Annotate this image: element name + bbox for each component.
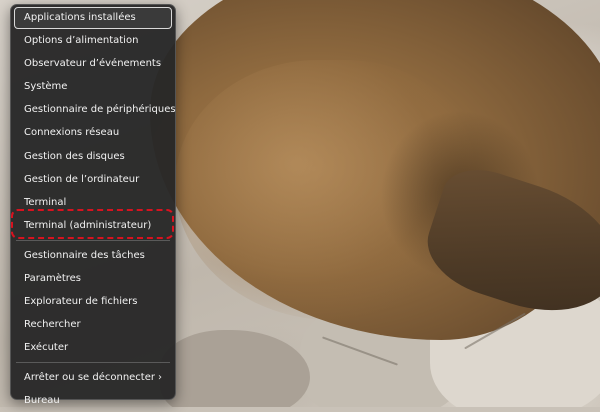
menu-item-label: Observateur d’événements — [24, 58, 162, 70]
menu-item-label: Options d’alimentation — [24, 35, 139, 47]
menu-item-power-options[interactable]: Options d’alimentation — [14, 30, 172, 52]
menu-item-label: Exécuter — [24, 342, 69, 354]
menu-item-label: Terminal (administrateur) — [24, 219, 152, 231]
menu-item-label: Applications installées — [24, 12, 136, 23]
menu-item-system[interactable]: Système — [14, 76, 172, 98]
menu-item-label: Explorateur de fichiers — [24, 296, 138, 308]
menu-item-label: Gestionnaire des tâches — [24, 249, 145, 261]
menu-item-terminal[interactable]: Terminal — [14, 192, 172, 214]
menu-separator — [16, 362, 170, 364]
menu-item-label: Paramètres — [24, 272, 82, 284]
menu-item-file-explorer[interactable]: Explorateur de fichiers — [14, 291, 172, 313]
menu-item-label: Connexions réseau — [24, 127, 120, 139]
menu-item-installed-apps[interactable]: Applications installées — [14, 7, 172, 29]
menu-item-label: Système — [24, 81, 68, 93]
menu-separator — [16, 239, 170, 241]
menu-item-label: Bureau — [24, 395, 60, 407]
menu-item-label: Terminal — [24, 196, 67, 208]
menu-item-label: Gestionnaire de périphériques — [24, 104, 176, 116]
menu-item-computer-management[interactable]: Gestion de l’ordinateur — [14, 169, 172, 191]
rock — [160, 330, 310, 407]
menu-item-shutdown-signout[interactable]: Arrêter ou se déconnecter › — [14, 367, 172, 389]
menu-item-disk-management[interactable]: Gestion des disques — [14, 146, 172, 168]
chevron-right-icon: › — [158, 372, 162, 384]
menu-item-device-manager[interactable]: Gestionnaire de périphériques — [14, 99, 176, 121]
winx-context-menu: Applications installées Options d’alimen… — [10, 4, 176, 406]
menu-item-search[interactable]: Rechercher — [14, 314, 172, 336]
menu-item-label: Rechercher — [24, 319, 81, 331]
menu-item-terminal-admin[interactable]: Terminal (administrateur) — [14, 215, 172, 237]
menu-item-task-manager[interactable]: Gestionnaire des tâches — [14, 245, 172, 267]
menu-item-label: Arrêter ou se déconnecter — [24, 372, 155, 384]
menu-item-network-connections[interactable]: Connexions réseau — [14, 122, 172, 144]
menu-item-run[interactable]: Exécuter — [14, 337, 172, 359]
menu-item-desktop[interactable]: Bureau — [14, 390, 172, 412]
menu-item-event-viewer[interactable]: Observateur d’événements — [14, 53, 172, 75]
menu-item-label: Gestion de l’ordinateur — [24, 173, 140, 185]
menu-item-label: Gestion des disques — [24, 150, 125, 162]
menu-item-settings[interactable]: Paramètres — [14, 268, 172, 290]
